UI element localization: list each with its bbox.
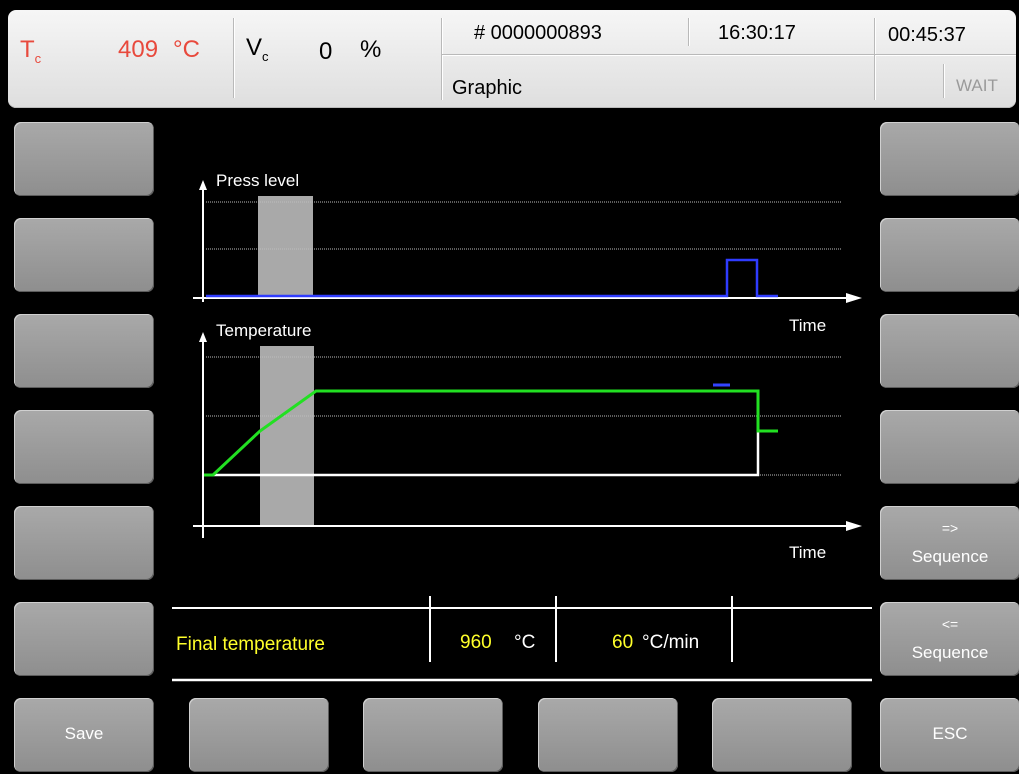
temperature-x-label: Time [789, 543, 826, 562]
temperature-highlight-band [260, 346, 314, 526]
program-graph: Press level Time Temperature Time [172, 171, 872, 682]
press-x-label: Time [789, 316, 826, 335]
final-temperature-unit: °C [514, 632, 536, 653]
temperature-y-axis-arrow [199, 332, 207, 342]
final-temperature-label: Final temperature [176, 634, 325, 655]
press-highlight-band [258, 196, 313, 298]
press-title: Press level [216, 171, 299, 190]
press-y-axis-arrow [199, 180, 207, 190]
heating-rate-unit: °C/min [642, 632, 700, 653]
heating-rate-value[interactable]: 60 [612, 632, 633, 654]
temperature-title: Temperature [216, 321, 311, 340]
temperature-chart: Temperature Time [193, 321, 862, 562]
temperature-x-axis-arrow [846, 521, 862, 531]
press-level-chart: Press level Time [193, 171, 862, 335]
final-temperature-value[interactable]: 960 [460, 632, 492, 654]
press-x-axis-arrow [846, 293, 862, 303]
